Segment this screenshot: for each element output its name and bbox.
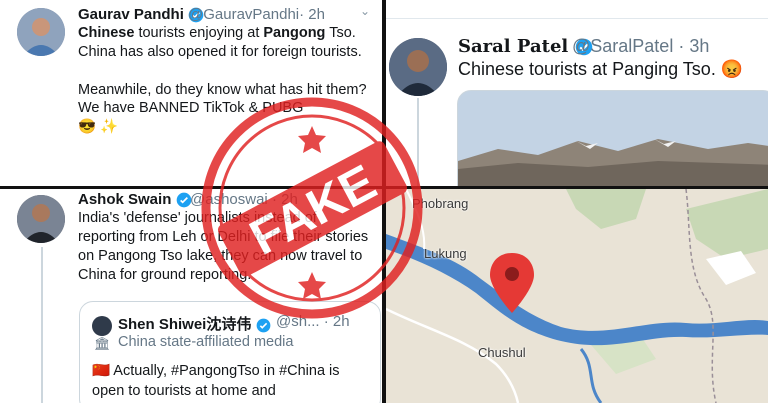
quoted-tweet[interactable]: Shen Shiwei沈诗伟 @sh... · 2h 🏛 China state… <box>79 301 381 403</box>
quoted-avatar[interactable] <box>92 316 112 336</box>
chevron-down-icon[interactable]: ⌄ <box>360 4 370 18</box>
map-canvas <box>386 189 768 403</box>
timestamp[interactable]: · 3h <box>678 36 709 56</box>
author-handle[interactable]: @ashoswai · 2h <box>190 191 298 208</box>
author-handle[interactable]: @GauravPandhi· 2h <box>188 6 325 23</box>
author-name-text: Saral Patel <box>458 36 569 57</box>
avatar[interactable] <box>389 38 447 96</box>
author-handle[interactable]: @SaralPatel · 3h <box>572 36 709 57</box>
divider <box>386 18 768 19</box>
author-name[interactable]: Gaurav Pandhi <box>78 6 204 23</box>
map-label-lukung: Lukung <box>424 246 467 261</box>
person-avatar-icon <box>17 195 65 243</box>
avatar[interactable] <box>17 195 65 243</box>
map-view[interactable]: Phobrang Lukung Chushul <box>386 189 768 403</box>
author-name[interactable]: Ashok Swain <box>78 191 192 208</box>
tweet-gaurav-pandhi[interactable]: Gaurav Pandhi @GauravPandhi· 2h ⌄ Chines… <box>0 0 382 186</box>
state-media-icon: 🏛 <box>94 336 111 351</box>
timestamp[interactable]: · 2h <box>272 191 298 208</box>
horizontal-divider <box>0 186 768 189</box>
thread-line <box>417 98 419 186</box>
angry-face-emoji: 😡 <box>720 59 744 79</box>
vertical-divider <box>382 0 386 403</box>
emoji: 😎 ✨ <box>78 119 119 136</box>
tweet-ashok-swain[interactable]: Ashok Swain @ashoswai · 2h India's 'defe… <box>0 189 382 403</box>
avatar[interactable] <box>17 8 65 56</box>
verified-badge-icon <box>256 318 270 332</box>
map-label-chushul: Chushul <box>478 345 526 360</box>
author-name-text: Ashok Swain <box>78 191 172 208</box>
tweet-saral-patel[interactable]: Saral Patel @SaralPatel · 3h Chinese tou… <box>386 0 768 186</box>
map-label-phobrang: Phobrang <box>412 196 469 211</box>
person-avatar-icon <box>17 8 65 56</box>
tweet-text: Chinese tourists enjoying at Pangong Tso… <box>78 25 367 136</box>
timestamp[interactable]: · 2h <box>299 6 325 23</box>
tweet-media-image[interactable] <box>457 90 768 186</box>
state-media-label[interactable]: China state-affiliated media <box>118 334 293 350</box>
author-name-text: Gaurav Pandhi <box>78 6 184 23</box>
quoted-author-name[interactable]: Shen Shiwei沈诗伟 <box>118 313 271 334</box>
tweet-text: India's 'defense' journalists instead of… <box>78 210 369 283</box>
tweet-text: Chinese tourists at Panging Tso. 😡 <box>458 59 744 79</box>
quoted-author-handle[interactable]: @sh... · 2h <box>276 313 350 330</box>
quoted-tweet-text: 🇨🇳 Actually, #PangongTso in #China is op… <box>92 363 340 399</box>
mountain-photo <box>458 91 768 186</box>
thread-line <box>41 247 43 403</box>
person-avatar-icon <box>389 38 447 96</box>
